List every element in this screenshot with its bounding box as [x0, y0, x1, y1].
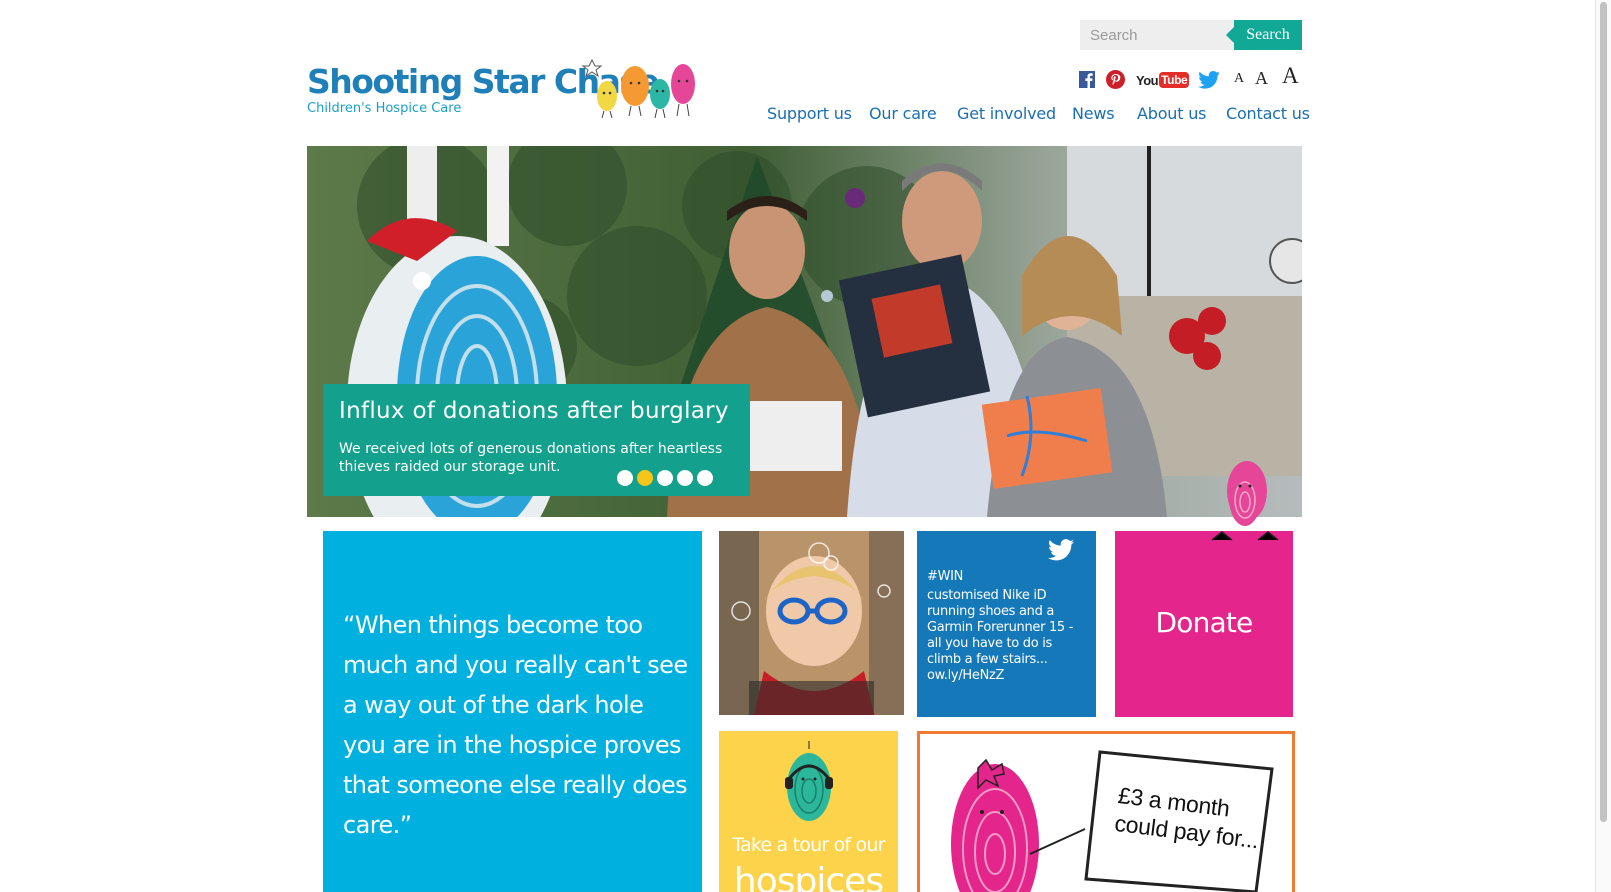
child-photo-tile[interactable] [719, 531, 904, 715]
text-size-large[interactable]: A [1282, 63, 1299, 89]
slide-dot-5[interactable] [697, 470, 713, 486]
hero-title[interactable]: Influx of donations after burglary [339, 398, 729, 424]
nav-about-us[interactable]: About us [1137, 104, 1206, 123]
slide-dot-1[interactable] [617, 470, 633, 486]
search-button[interactable]: Search [1226, 20, 1302, 50]
tweet-body[interactable]: customised Nike iD running shoes and a G… [927, 588, 1087, 684]
page-scrollbar[interactable] [1595, 0, 1611, 892]
slide-dot-3[interactable] [657, 470, 673, 486]
youtube-you-text: You [1136, 72, 1159, 88]
logo[interactable]: Shooting Star Chase Children's Hospice C… [307, 52, 707, 124]
text-size-small[interactable]: A [1234, 71, 1244, 87]
tweet-text: #WIN customised Nike iD running shoes an… [927, 569, 1087, 684]
twitter-icon[interactable] [1198, 71, 1220, 89]
hero-slideshow[interactable]: Influx of donations after burglary We re… [307, 146, 1302, 517]
scrollbar-thumb[interactable] [1600, 2, 1607, 822]
slide-dots [617, 470, 713, 486]
nav-support-us[interactable]: Support us [767, 104, 852, 123]
quote-text: “When things become too much and you rea… [343, 611, 688, 839]
child-photo [719, 531, 904, 715]
slide-dot-2[interactable] [637, 470, 653, 486]
donation-promo-tile[interactable]: £3 a month could pay for... [917, 731, 1295, 892]
youtube-tube-text: Tube [1159, 72, 1190, 88]
facebook-icon[interactable] [1079, 71, 1095, 88]
nav-contact-us[interactable]: Contact us [1226, 104, 1310, 123]
tweet-tile[interactable]: #WIN customised Nike iD running shoes an… [917, 531, 1096, 717]
donate-tile[interactable]: Donate [1115, 531, 1293, 717]
pinterest-icon[interactable] [1106, 70, 1125, 89]
hero-caption[interactable]: Influx of donations after burglary We re… [323, 384, 750, 496]
nav-our-care[interactable]: Our care [869, 104, 937, 123]
quote-tile[interactable]: “When things become too much and you rea… [323, 531, 702, 892]
twitter-bird-icon [1048, 539, 1074, 561]
text-size-medium[interactable]: A [1255, 68, 1268, 89]
tour-heading: hospices [733, 861, 884, 892]
page: Search Shooting Star Chase Children's Ho… [0, 0, 1611, 892]
tour-text: Take a tour of our [732, 834, 885, 856]
nav-news[interactable]: News [1072, 104, 1115, 123]
tweet-hashtag[interactable]: #WIN [927, 569, 1087, 585]
pink-fingerprint-mascot-icon [1211, 470, 1279, 541]
green-fingerprint-mascot-icon [785, 741, 833, 821]
donate-button[interactable]: Donate [1115, 606, 1293, 639]
fingerprint-characters-icon [581, 58, 695, 119]
nav-get-involved[interactable]: Get involved [957, 104, 1056, 123]
logo-subtitle: Children's Hospice Care [307, 101, 462, 116]
hospice-tour-tile[interactable]: Take a tour of our hospices [719, 731, 898, 892]
search-input[interactable] [1080, 20, 1236, 50]
youtube-icon[interactable]: You Tube [1136, 71, 1190, 89]
slide-dot-4[interactable] [677, 470, 693, 486]
